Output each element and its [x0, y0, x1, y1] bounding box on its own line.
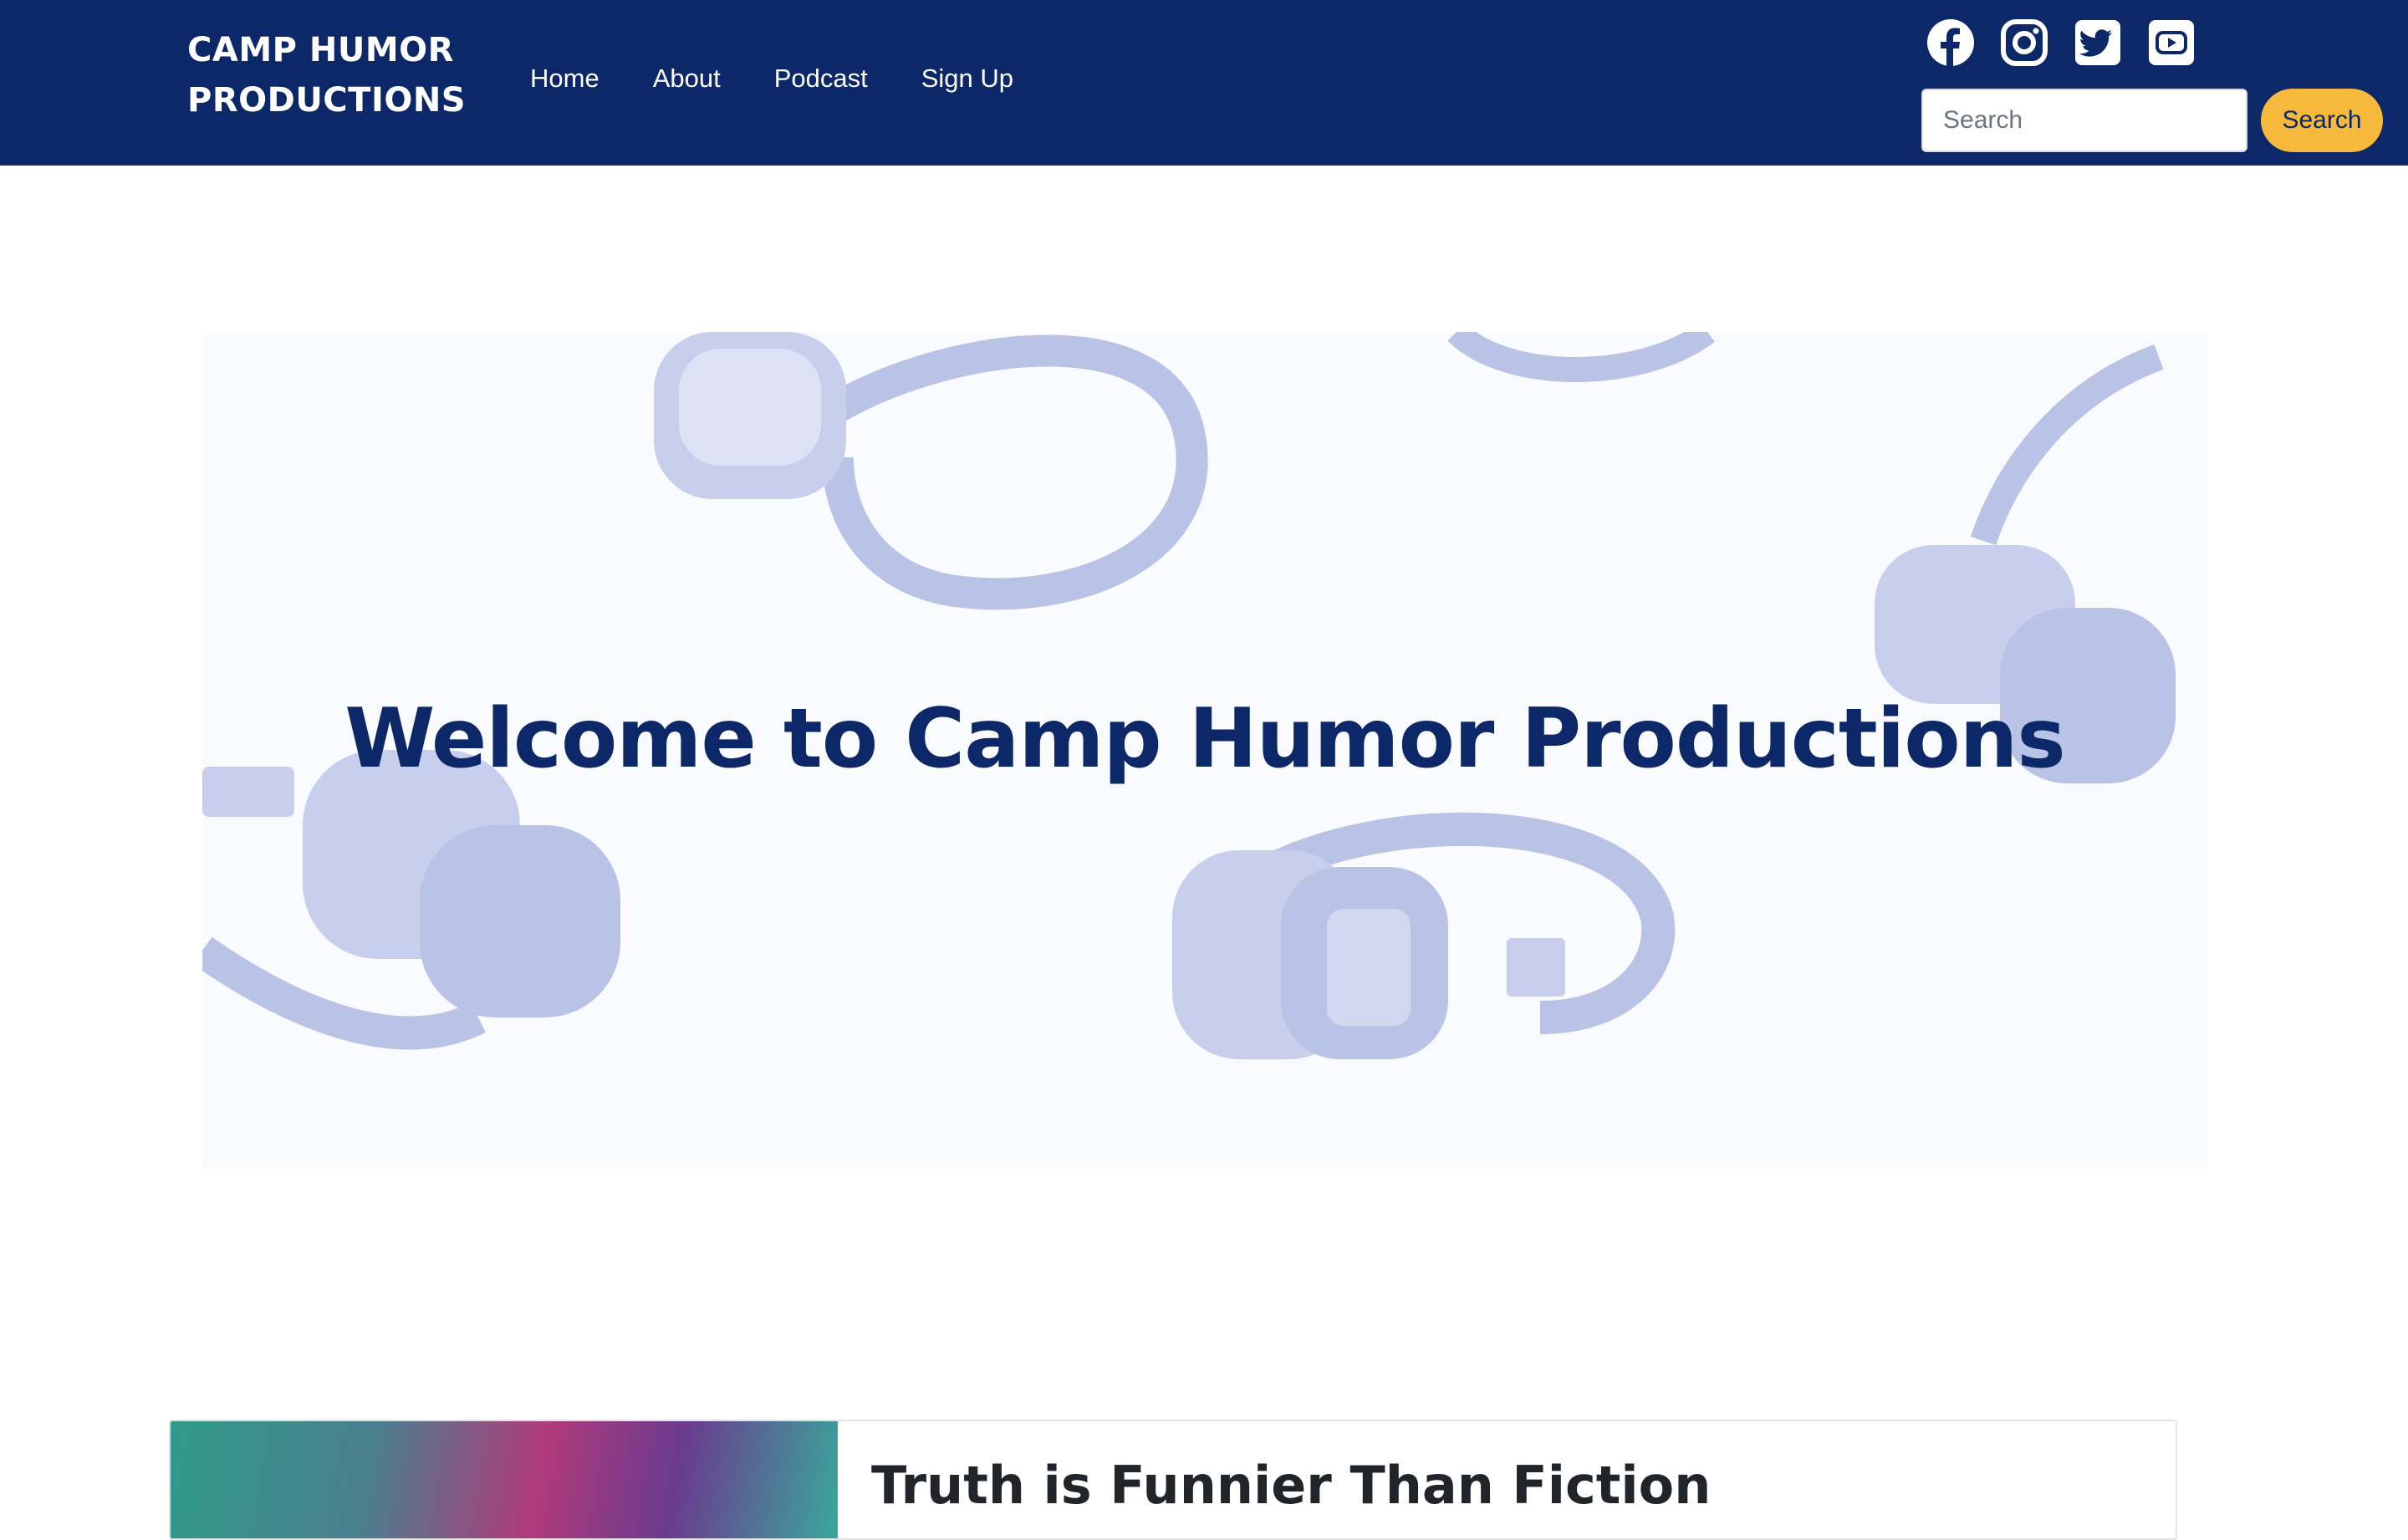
featured-card-image[interactable] — [171, 1421, 838, 1538]
nav-sign-up[interactable]: Sign Up — [921, 60, 1013, 97]
featured-card-title[interactable]: Truth is Funnier Than Fiction — [871, 1455, 1711, 1516]
brand-logo[interactable]: CAMP HUMOR PRODUCTIONS — [187, 25, 472, 125]
search-button[interactable]: Search — [2261, 89, 2383, 152]
twitter-icon[interactable] — [2074, 18, 2122, 67]
facebook-icon[interactable] — [1926, 18, 1975, 67]
hero-title: Welcome to Camp Humor Productions — [344, 691, 2066, 787]
top-navbar: CAMP HUMOR PRODUCTIONS Home About Podcas… — [0, 0, 2408, 166]
featured-card[interactable]: Truth is Funnier Than Fiction — [169, 1420, 2177, 1540]
search-input[interactable] — [1921, 89, 2247, 152]
nav-about[interactable]: About — [653, 60, 721, 97]
instagram-icon[interactable] — [2000, 18, 2048, 67]
main-nav: Home About Podcast Sign Up — [530, 60, 1067, 97]
hero-banner: Welcome to Camp Humor Productions — [202, 332, 2207, 1168]
nav-home[interactable]: Home — [530, 60, 599, 97]
social-links — [1926, 18, 2196, 67]
youtube-icon[interactable] — [2147, 18, 2196, 67]
nav-podcast[interactable]: Podcast — [774, 60, 868, 97]
